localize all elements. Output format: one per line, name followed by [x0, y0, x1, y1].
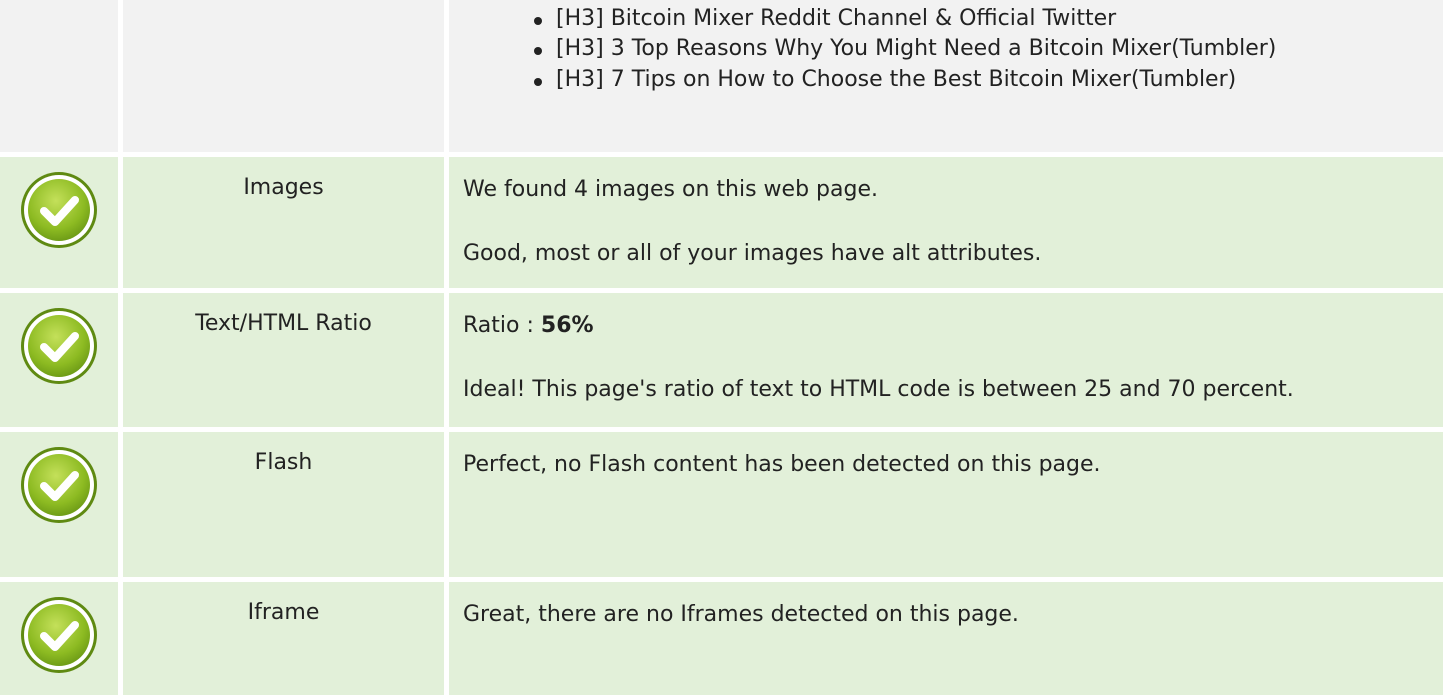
flash-body: Perfect, no Flash content has been detec… [449, 432, 1443, 577]
seo-report-section: [H3] Bitcoin Mixer Reddit Channel & Offi… [0, 0, 1443, 695]
text-html-ratio-row: Text/HTML Ratio Ratio : 56% Ideal! This … [0, 293, 1443, 427]
headings-label-cell [123, 0, 444, 152]
check-icon [21, 447, 97, 523]
flash-line1: Perfect, no Flash content has been detec… [463, 452, 1101, 477]
images-body: We found 4 images on this web page. Good… [449, 157, 1443, 288]
flash-label: Flash [123, 432, 444, 577]
check-icon [21, 172, 97, 248]
flash-icon-cell [0, 432, 118, 577]
iframe-row: Iframe Great, there are no Iframes detec… [0, 582, 1443, 695]
ratio-body: Ratio : 56% Ideal! This page's ratio of … [449, 293, 1443, 427]
check-icon [21, 597, 97, 673]
images-line1: We found 4 images on this web page. [463, 177, 878, 202]
h3-heading-item: [H3] Bitcoin Mixer Reddit Channel & Offi… [531, 4, 1443, 34]
h3-heading-item: [H3] 3 Top Reasons Why You Might Need a … [531, 34, 1443, 64]
ratio-prefix: Ratio : [463, 313, 541, 338]
ratio-icon-cell [0, 293, 118, 427]
images-line2: Good, most or all of your images have al… [463, 240, 1042, 266]
h3-heading-list: [H3] Bitcoin Mixer Reddit Channel & Offi… [449, 0, 1443, 95]
headings-icon-cell [0, 0, 118, 152]
images-icon-cell [0, 157, 118, 288]
check-icon [21, 308, 97, 384]
headings-row: [H3] Bitcoin Mixer Reddit Channel & Offi… [0, 0, 1443, 152]
h3-heading-item: [H3] 7 Tips on How to Choose the Best Bi… [531, 65, 1443, 95]
iframe-line1: Great, there are no Iframes detected on … [463, 602, 1019, 627]
images-label: Images [123, 157, 444, 288]
ratio-line1: Ratio : 56% [463, 311, 1443, 341]
iframe-label: Iframe [123, 582, 444, 695]
flash-row: Flash Perfect, no Flash content has been… [0, 432, 1443, 577]
headings-body-cell: [H3] Bitcoin Mixer Reddit Channel & Offi… [449, 0, 1443, 152]
ratio-line2: Ideal! This page's ratio of text to HTML… [463, 376, 1294, 402]
iframe-icon-cell [0, 582, 118, 695]
ratio-value: 56% [540, 313, 594, 338]
images-row: Images We found 4 images on this web pag… [0, 157, 1443, 288]
iframe-body: Great, there are no Iframes detected on … [449, 582, 1443, 695]
ratio-label: Text/HTML Ratio [123, 293, 444, 427]
